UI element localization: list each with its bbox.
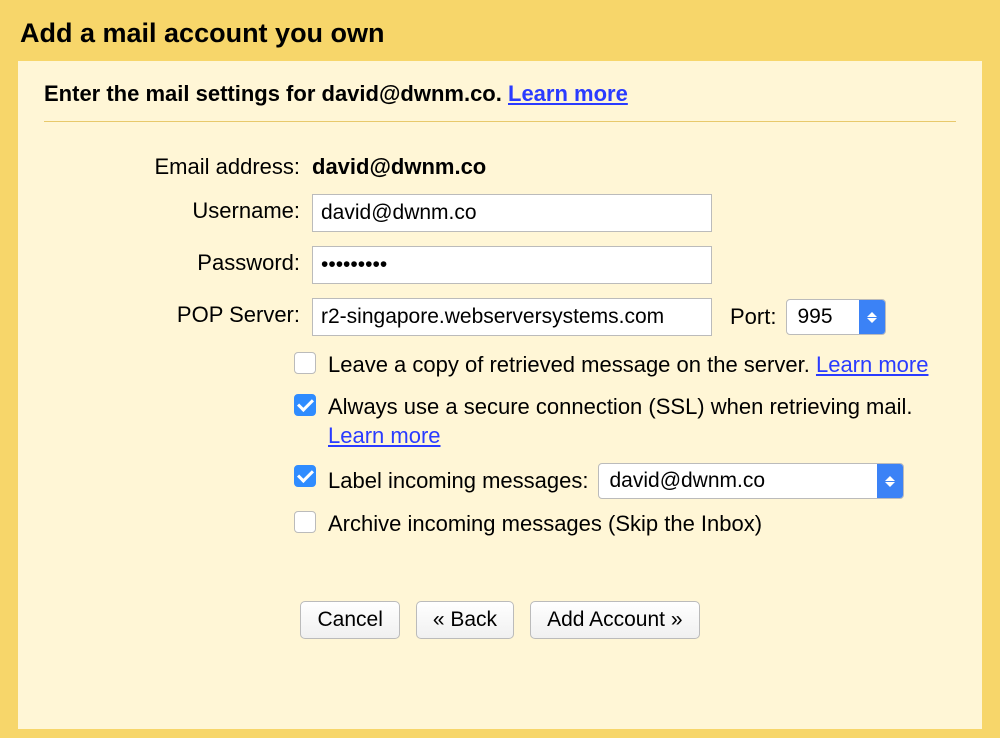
label-email: Email address: xyxy=(44,150,312,180)
form-table: Email address: david@dwnm.co Username: P… xyxy=(44,150,956,639)
text-leave-copy-label: Leave a copy of retrieved message on the… xyxy=(328,352,810,377)
dialog-title: Add a mail account you own xyxy=(0,0,1000,61)
value-email: david@dwnm.co xyxy=(312,150,956,180)
add-account-button[interactable]: Add Account » xyxy=(530,601,699,639)
label-port: Port: xyxy=(730,304,776,330)
username-input[interactable] xyxy=(312,194,712,232)
text-archive: Archive incoming messages (Skip the Inbo… xyxy=(328,509,956,539)
row-leave-copy: Leave a copy of retrieved message on the… xyxy=(44,350,956,380)
label-username: Username: xyxy=(44,194,312,224)
password-input[interactable] xyxy=(312,246,712,284)
button-row: Cancel « Back Add Account » xyxy=(44,601,956,639)
add-mail-account-dialog: Add a mail account you own Enter the mai… xyxy=(0,0,1000,738)
row-label-incoming: Label incoming messages: david@dwnm.co xyxy=(44,463,956,499)
label-password: Password: xyxy=(44,246,312,276)
pop-server-input[interactable] xyxy=(312,298,712,336)
port-select[interactable]: 995 xyxy=(786,299,886,335)
learn-more-leave-copy-link[interactable]: Learn more xyxy=(816,352,929,377)
chevron-updown-icon xyxy=(859,300,885,334)
label-pop-server: POP Server: xyxy=(44,298,312,328)
learn-more-link[interactable]: Learn more xyxy=(508,81,628,106)
port-select-value: 995 xyxy=(797,305,832,329)
chevron-updown-icon xyxy=(877,464,903,498)
checkbox-archive[interactable] xyxy=(294,511,316,533)
cancel-button[interactable]: Cancel xyxy=(300,601,399,639)
label-select[interactable]: david@dwnm.co xyxy=(598,463,904,499)
label-select-value: david@dwnm.co xyxy=(609,469,765,493)
subtitle-email: david@dwnm.co. xyxy=(322,81,502,106)
row-archive: Archive incoming messages (Skip the Inbo… xyxy=(44,509,956,539)
text-ssl-label: Always use a secure connection (SSL) whe… xyxy=(328,394,913,419)
dialog-subtitle: Enter the mail settings for david@dwnm.c… xyxy=(44,81,956,122)
text-leave-copy: Leave a copy of retrieved message on the… xyxy=(328,350,956,380)
row-username: Username: xyxy=(44,194,956,232)
dialog-body: Enter the mail settings for david@dwnm.c… xyxy=(18,61,982,729)
row-pop-server: POP Server: Port: 995 xyxy=(44,298,956,336)
back-button[interactable]: « Back xyxy=(416,601,514,639)
row-email: Email address: david@dwnm.co xyxy=(44,150,956,180)
row-ssl: Always use a secure connection (SSL) whe… xyxy=(44,392,956,451)
text-label-incoming: Label incoming messages: xyxy=(328,468,588,494)
checkbox-leave-copy[interactable] xyxy=(294,352,316,374)
row-password: Password: xyxy=(44,246,956,284)
text-label-incoming-wrap: Label incoming messages: david@dwnm.co xyxy=(328,463,904,499)
text-ssl: Always use a secure connection (SSL) whe… xyxy=(328,392,956,451)
checkbox-label-incoming[interactable] xyxy=(294,465,316,487)
subtitle-prefix: Enter the mail settings for xyxy=(44,81,322,106)
checkbox-ssl[interactable] xyxy=(294,394,316,416)
learn-more-ssl-link[interactable]: Learn more xyxy=(328,423,441,448)
